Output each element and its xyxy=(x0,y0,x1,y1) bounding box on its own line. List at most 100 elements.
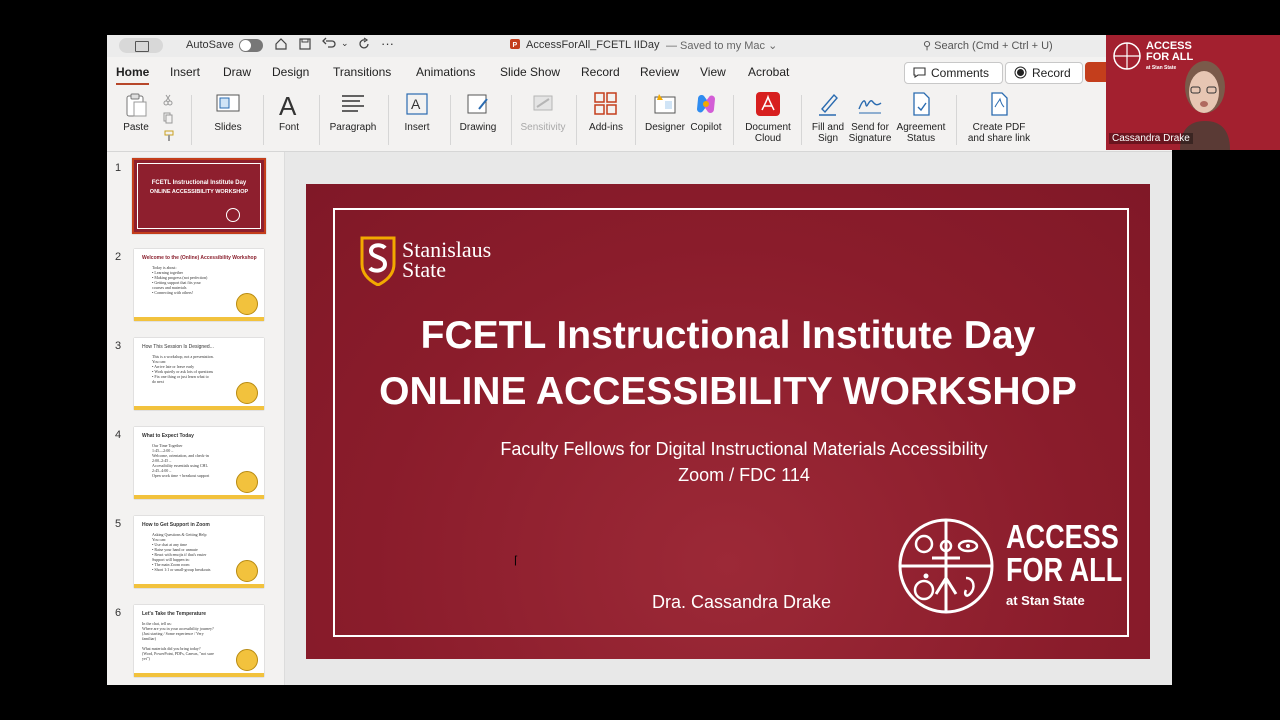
ppt-file-icon: P xyxy=(509,38,521,53)
designer-button[interactable]: Designer xyxy=(641,87,689,151)
format-painter-icon[interactable] xyxy=(164,129,174,147)
tab-record[interactable]: Record xyxy=(581,65,620,79)
home-icon[interactable] xyxy=(274,37,288,54)
title-bar: AutoSave ⌄ ··· P AccessForAll_FCETL IIDa… xyxy=(107,35,1172,57)
thumbnail-accent-bar xyxy=(134,584,264,588)
thumbnail-number: 3 xyxy=(115,340,122,352)
access-for-all-logo-icon xyxy=(236,560,258,582)
afa-line1: ACCESS xyxy=(1006,518,1119,555)
copilot-icon xyxy=(693,91,719,122)
thumbnail-title: What to Expect Today xyxy=(142,433,194,439)
search-box[interactable]: ⚲ Search (Cmd + Ctrl + U) xyxy=(923,39,1053,52)
current-slide[interactable]: Stanislaus State FCETL Instructional Ins… xyxy=(306,184,1150,659)
tab-view[interactable]: View xyxy=(700,65,726,79)
access-for-all-logo-icon xyxy=(226,208,240,222)
paste-label: Paste xyxy=(123,122,149,133)
tab-transitions[interactable]: Transitions xyxy=(333,65,391,79)
video-participant-tile[interactable]: ACCESS FOR ALL at Stan State Cassandra D… xyxy=(1106,35,1280,150)
fill-and-sign-label: Fill and Sign xyxy=(811,122,845,144)
font-button[interactable]: A Font xyxy=(267,87,311,151)
document-cloud-button[interactable]: Document Cloud xyxy=(741,87,795,151)
acrobat-icon xyxy=(755,91,781,122)
sidebar-toggle-button[interactable] xyxy=(119,38,163,53)
undo-dropdown-icon[interactable]: ⌄ xyxy=(341,38,349,49)
autosave-toggle[interactable] xyxy=(239,39,263,52)
thumbnail-number: 1 xyxy=(115,162,122,174)
clipboard-icon xyxy=(122,91,150,124)
slide-thumbnail-5[interactable]: How to Get Support in Zoom Asking Questi… xyxy=(134,516,264,588)
redo-icon[interactable] xyxy=(357,37,371,54)
ribbon-divider xyxy=(733,95,734,145)
tab-slide-show[interactable]: Slide Show xyxy=(500,65,560,79)
fill-and-sign-button[interactable]: Fill and Sign xyxy=(807,87,849,151)
slide-title-line2[interactable]: ONLINE ACCESSIBILITY WORKSHOP xyxy=(306,370,1150,414)
addins-label: Add-ins xyxy=(589,122,623,133)
thumbnail-accent-bar xyxy=(134,673,264,677)
record-button[interactable]: Record xyxy=(1005,62,1083,84)
slide-subtitle-line2[interactable]: Zoom / FDC 114 xyxy=(306,465,1172,486)
drawing-label: Drawing xyxy=(459,122,497,133)
create-pdf-label: Create PDF and share link xyxy=(967,122,1031,144)
drawing-button[interactable]: Drawing xyxy=(455,87,501,151)
thumbnail-accent-bar xyxy=(134,317,264,321)
slide-title-line1[interactable]: FCETL Instructional Institute Day xyxy=(306,314,1150,358)
undo-icon[interactable] xyxy=(322,37,338,54)
sensitivity-button[interactable]: Sensitivity xyxy=(517,87,569,151)
addins-grid-icon xyxy=(593,91,619,122)
access-for-all-wordmark: ACCESS FOR ALL xyxy=(1006,520,1122,586)
svg-text:P: P xyxy=(513,42,518,49)
font-label: Font xyxy=(278,122,299,133)
thumbnail-title: Let's Take the Temperature xyxy=(142,611,207,617)
cut-icon[interactable] xyxy=(163,93,173,111)
logo-text-line2: State xyxy=(402,257,446,282)
ribbon-divider xyxy=(511,95,512,145)
comments-button[interactable]: Comments xyxy=(904,62,1003,84)
paste-button[interactable]: Paste xyxy=(113,87,159,151)
paragraph-align-icon xyxy=(340,91,366,120)
slide-author[interactable]: Dra. Cassandra Drake xyxy=(652,592,831,613)
insert-button[interactable]: A Insert xyxy=(394,87,440,151)
slide-thumbnail-3[interactable]: How This Session Is Designed... This is … xyxy=(134,338,264,410)
tab-draw[interactable]: Draw xyxy=(223,65,251,79)
save-icon[interactable] xyxy=(298,37,312,54)
menu-bar: Home Insert Draw Design Transitions Anim… xyxy=(107,57,1172,87)
thumbnail-number: 6 xyxy=(115,607,122,619)
copilot-button[interactable]: Copilot xyxy=(687,87,725,151)
tab-home[interactable]: Home xyxy=(116,65,150,85)
thumbnail-accent-bar xyxy=(134,406,264,410)
paragraph-button[interactable]: Paragraph xyxy=(325,87,381,151)
create-pdf-button[interactable]: Create PDF and share link xyxy=(962,87,1036,151)
addins-button[interactable]: Add-ins xyxy=(583,87,629,151)
slide-thumbnail-1[interactable]: FCETL Instructional Institute Day ONLINE… xyxy=(132,158,266,234)
send-for-signature-button[interactable]: Send for Signature xyxy=(847,87,893,151)
thumbnail-number: 4 xyxy=(115,429,122,441)
tab-animations[interactable]: Animations xyxy=(416,65,475,79)
ribbon-divider xyxy=(956,95,957,145)
thumbnail-title: FCETL Instructional Institute Day xyxy=(151,180,247,186)
tab-acrobat[interactable]: Acrobat xyxy=(748,65,789,79)
comments-label: Comments xyxy=(931,66,990,80)
agreement-status-button[interactable]: Agreement Status xyxy=(895,87,947,151)
slide-subtitle-line1[interactable]: Faculty Fellows for Digital Instructiona… xyxy=(306,439,1172,460)
tab-design[interactable]: Design xyxy=(272,65,309,79)
tab-insert[interactable]: Insert xyxy=(170,65,200,79)
stanislaus-shield-icon xyxy=(358,234,398,291)
new-slide-icon xyxy=(214,91,242,122)
slide-thumbnail-4[interactable]: What to Expect Today Our Time Together 1… xyxy=(134,427,264,499)
font-a-icon: A xyxy=(276,91,302,124)
slides-button[interactable]: Slides xyxy=(202,87,254,151)
copy-icon[interactable] xyxy=(163,111,173,129)
tab-review[interactable]: Review xyxy=(640,65,679,79)
copilot-label: Copilot xyxy=(690,122,722,133)
shapes-icon xyxy=(465,91,491,122)
autosave-label: AutoSave xyxy=(186,39,234,51)
slide-thumbnail-2[interactable]: Welcome to the (Online) Accessibility Wo… xyxy=(134,249,264,321)
access-for-all-logo-icon xyxy=(236,649,258,671)
save-status[interactable]: — Saved to my Mac ⌄ xyxy=(666,39,777,52)
ribbon-toolbar: Paste Slides A Font Paragraph A Insert D… xyxy=(107,87,1172,152)
more-options-icon[interactable]: ··· xyxy=(381,36,394,51)
slide-thumbnail-6[interactable]: Let's Take the Temperature In the chat, … xyxy=(134,605,264,677)
participant-name: Cassandra Drake xyxy=(1109,133,1193,144)
thumbnail-body: Today is about: • Learning together • Ma… xyxy=(152,265,208,295)
access-for-all-logo-icon xyxy=(236,293,258,315)
